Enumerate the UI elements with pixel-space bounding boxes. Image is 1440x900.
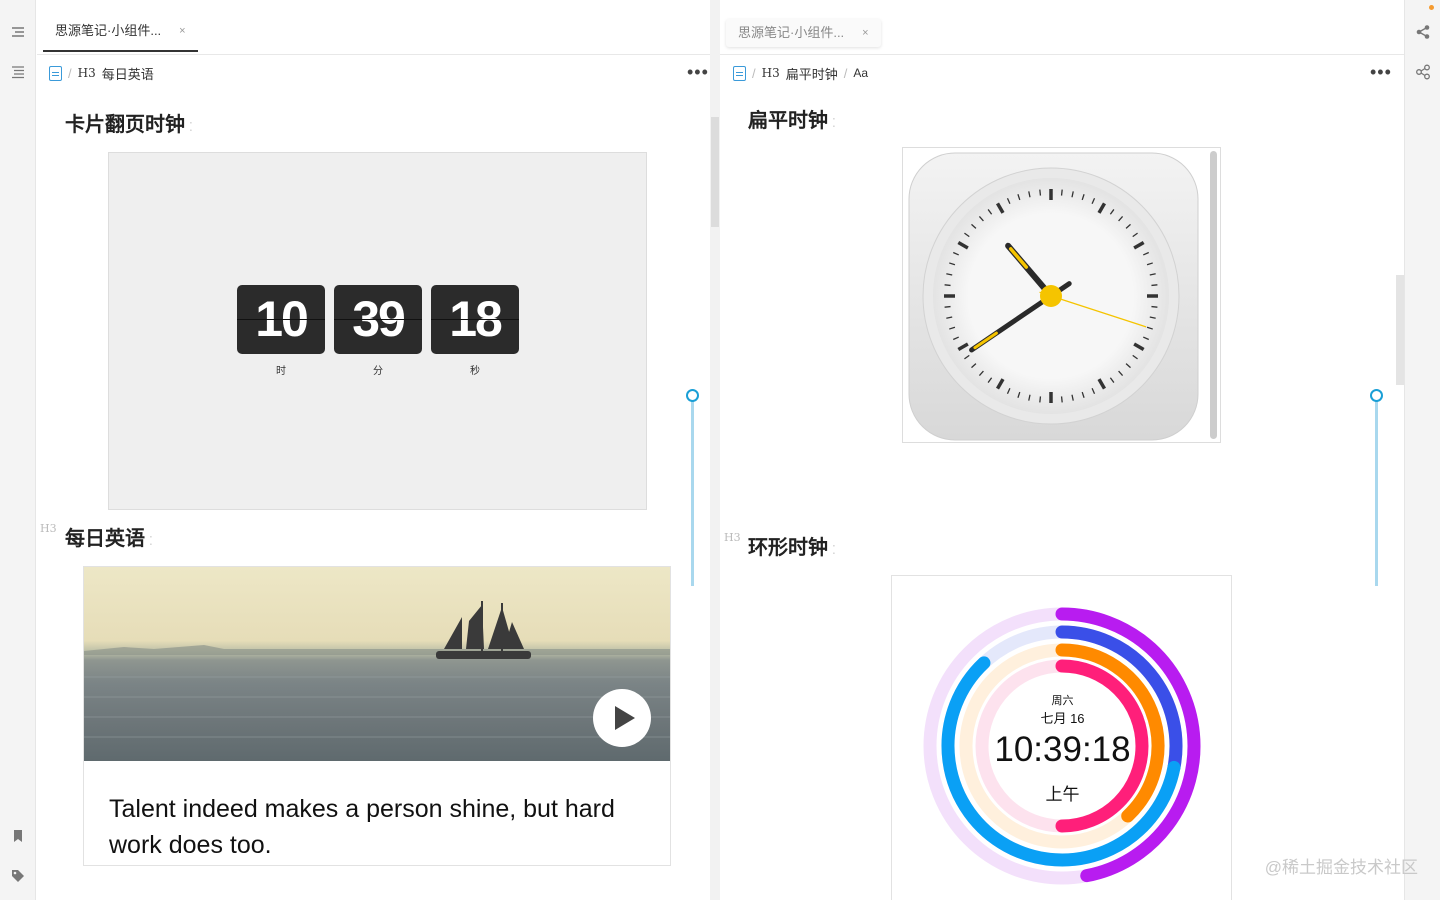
heading-flat-clock[interactable]: 扁平时钟 ⁚: [748, 104, 836, 133]
minute-tick: [1060, 396, 1063, 403]
right-tab-bar: 思源笔记·小组件... ×: [720, 0, 1405, 55]
minute-tick: [944, 284, 951, 287]
heading-daily-english[interactable]: 每日英语 ⁚: [65, 522, 153, 551]
more-menu-icon[interactable]: •••: [1370, 62, 1392, 83]
tab-close-icon[interactable]: ×: [862, 19, 868, 47]
document-icon[interactable]: [733, 65, 746, 81]
flat-clock-widget: [902, 147, 1221, 443]
ring-clock-widget: 周六 七月 16 10:39:18 上午: [891, 575, 1232, 900]
minute-tick: [944, 305, 951, 308]
file-tree-icon[interactable]: [10, 24, 26, 40]
left-pane-scrollbar[interactable]: [710, 0, 720, 900]
heading-text: 扁平时钟: [748, 110, 828, 132]
flip-minutes: 39: [334, 285, 422, 354]
document-icon[interactable]: [49, 65, 62, 81]
flip-seconds-label: 秒: [470, 366, 480, 377]
heading-text: 每日英语: [65, 528, 145, 550]
ring-date: 七月 16: [1040, 711, 1085, 726]
sailboat-photo: [84, 567, 670, 761]
widget-scrollbar[interactable]: [1210, 151, 1217, 439]
global-graph-icon[interactable]: [1415, 64, 1431, 80]
left-tab-bar: 思源笔记·小组件... ×: [37, 0, 710, 55]
breadcrumb-aa[interactable]: Aa: [853, 66, 868, 80]
notification-dot: [1429, 5, 1434, 10]
heading-ring-clock[interactable]: 环形时钟 ⁚: [748, 531, 836, 560]
left-dock: [0, 0, 36, 900]
heading-level-tag[interactable]: H3: [724, 531, 741, 544]
breadcrumb: / H3 每日英语: [49, 63, 154, 83]
flip-minutes-label: 分: [373, 366, 383, 377]
minute-tick: [1039, 189, 1042, 196]
tab-label: 思源笔记·小组件...: [738, 25, 845, 40]
tab-label: 思源笔记·小组件...: [55, 23, 162, 38]
daily-english-widget: Talent indeed makes a person shine, but …: [83, 566, 671, 866]
drag-handle-icon[interactable]: ⁚: [832, 543, 836, 557]
scrollbar-thumb[interactable]: [1396, 275, 1404, 385]
breadcrumb-separator: /: [752, 65, 756, 81]
graph-view-icon[interactable]: [1415, 24, 1431, 40]
minute-tick: [1060, 189, 1063, 196]
breadcrumb-title[interactable]: 扁平时钟: [786, 64, 838, 83]
right-dock: [1404, 0, 1440, 900]
drag-handle-icon[interactable]: ⁚: [189, 120, 193, 134]
tab-close-icon[interactable]: ×: [179, 11, 185, 51]
tab-widgets-right[interactable]: 思源笔记·小组件... ×: [726, 19, 881, 47]
heading-flip-clock[interactable]: 卡片翻页时钟 ⁚: [65, 108, 193, 137]
flip-hours: 10: [237, 285, 325, 354]
heading-text: 卡片翻页时钟: [65, 114, 185, 136]
app-window: 思源笔记·小组件... × / H3 每日英语 ••• 卡片翻页时钟 ⁚ 10 3…: [0, 0, 1440, 900]
bookmark-icon[interactable]: [10, 828, 26, 844]
tag-icon[interactable]: [10, 868, 26, 884]
block-resize-handle[interactable]: [1370, 389, 1383, 586]
breadcrumb: / H3 扁平时钟 / Aa: [733, 63, 868, 83]
sea-scene-image: [84, 601, 670, 738]
watermark: @稀土掘金技术社区: [1264, 858, 1418, 877]
heading-level-tag[interactable]: H3: [40, 522, 57, 535]
ring-time: 10:39:18: [994, 730, 1131, 769]
ring-ampm: 上午: [1045, 785, 1080, 804]
drag-handle-icon[interactable]: ⁚: [149, 534, 153, 548]
resize-knob[interactable]: [1370, 389, 1383, 402]
breadcrumb-separator: /: [68, 65, 72, 81]
flip-hours-label: 时: [276, 366, 286, 377]
play-button[interactable]: [593, 689, 651, 747]
ring-weekday: 周六: [1051, 695, 1074, 707]
scrollbar-thumb[interactable]: [711, 117, 719, 227]
minute-tick: [1151, 284, 1158, 287]
tab-widgets-left[interactable]: 思源笔记·小组件... ×: [43, 12, 198, 52]
drag-handle-icon[interactable]: ⁚: [832, 116, 836, 130]
minute-tick: [1151, 305, 1158, 308]
flip-clock-widget: 10 39 18 时 分 秒: [108, 152, 647, 510]
breadcrumb-title[interactable]: 每日英语: [102, 64, 154, 83]
analog-clock-face: [908, 152, 1199, 441]
breadcrumb-separator: /: [843, 65, 848, 81]
left-editor-pane: 思源笔记·小组件... × / H3 每日英语 ••• 卡片翻页时钟 ⁚ 10 3…: [37, 0, 710, 900]
resize-knob[interactable]: [686, 389, 699, 402]
breadcrumb-h3[interactable]: H3: [78, 66, 96, 80]
editor-content: 卡片翻页时钟 ⁚ 10 39 18 时 分 秒 H3 每日英语 ⁚ Talent…: [37, 90, 710, 900]
breadcrumb-h3[interactable]: H3: [762, 66, 780, 80]
minute-tick: [1039, 396, 1042, 403]
heading-text: 环形时钟: [748, 537, 828, 559]
editor-content: 扁平时钟 ⁚ H3 环形时钟 ⁚ 周六 七月 16 10:39:18 上午: [720, 90, 1405, 900]
outline-icon[interactable]: [10, 64, 26, 80]
flip-seconds: 18: [431, 285, 519, 354]
english-quote: Talent indeed makes a person shine, but …: [109, 795, 615, 859]
more-menu-icon[interactable]: •••: [687, 62, 709, 83]
block-resize-handle[interactable]: [686, 389, 699, 586]
right-editor-pane: 思源笔记·小组件... × / H3 扁平时钟 / Aa ••• 扁平时钟 ⁚: [720, 0, 1405, 900]
